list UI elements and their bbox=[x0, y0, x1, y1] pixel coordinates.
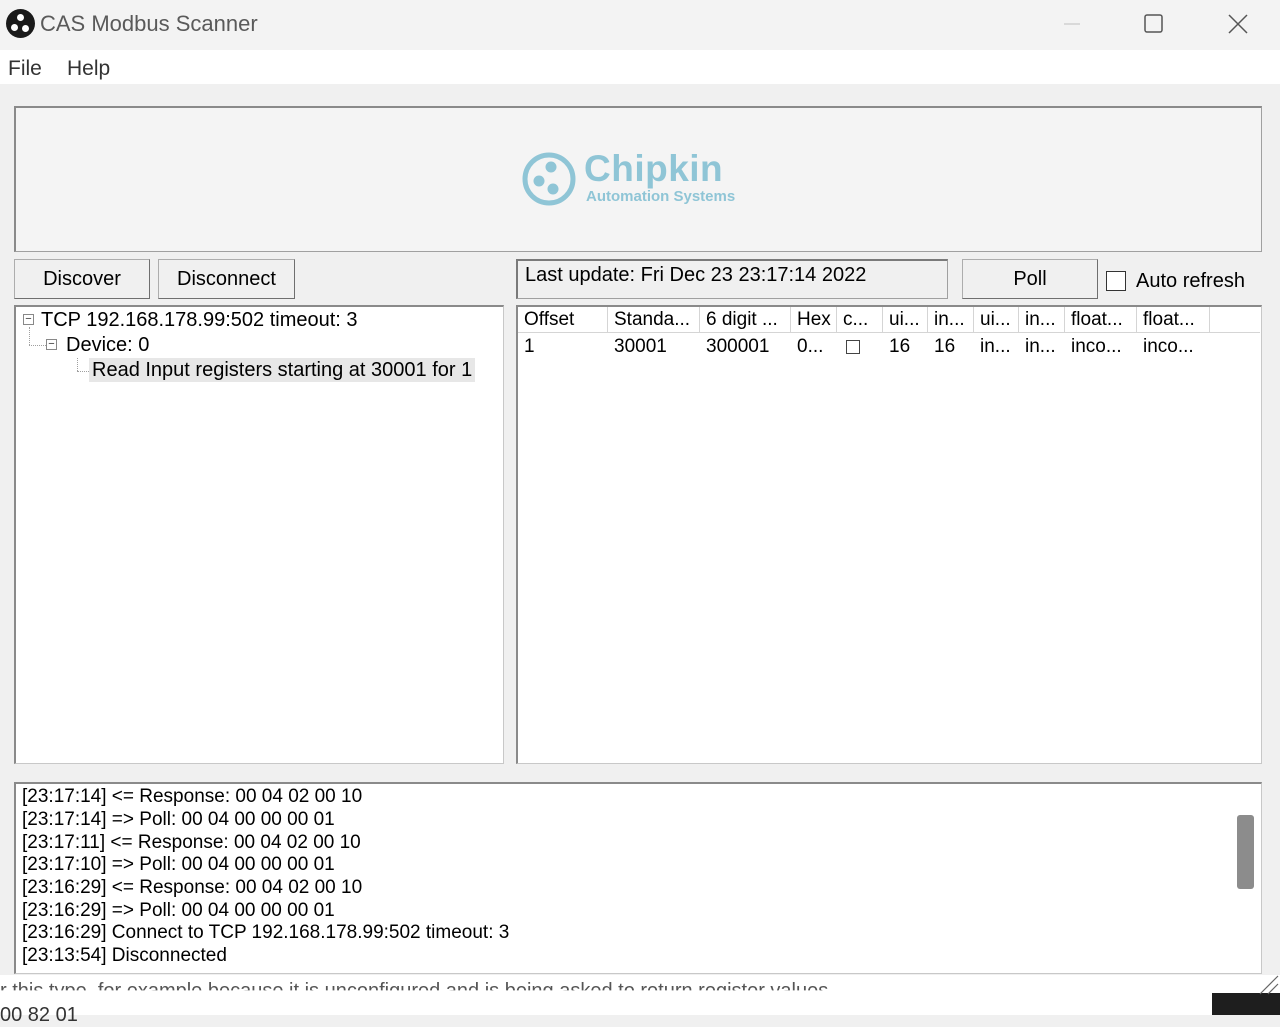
minimize-icon bbox=[1064, 23, 1080, 25]
discover-button[interactable]: Discover bbox=[14, 259, 150, 299]
auto-refresh-label: Auto refresh bbox=[1136, 269, 1245, 292]
log-line: [23:13:54] Disconnected bbox=[22, 945, 227, 966]
table-cell[interactable]: 16 bbox=[883, 336, 910, 358]
column-header-standard[interactable]: Standa... bbox=[608, 307, 700, 333]
tree-line bbox=[29, 327, 30, 345]
log-line: [23:17:14] <= Response: 00 04 02 00 10 bbox=[22, 786, 363, 807]
log-line: [23:17:14] => Poll: 00 04 00 00 00 01 bbox=[22, 809, 335, 830]
tree-line bbox=[77, 358, 78, 371]
column-header-uint32[interactable]: ui... bbox=[974, 307, 1019, 333]
resize-grip-icon[interactable] bbox=[1256, 972, 1280, 996]
log-line: [23:17:11] <= Response: 00 04 02 00 10 bbox=[22, 832, 361, 853]
background-dark-area bbox=[1212, 993, 1280, 1015]
log-line: [23:16:29] => Poll: 00 04 00 00 00 01 bbox=[22, 900, 335, 921]
log-line: [23:16:29] Connect to TCP 192.168.178.99… bbox=[22, 922, 510, 943]
column-header-offset[interactable]: Offset bbox=[518, 307, 608, 333]
table-cell[interactable]: in... bbox=[1019, 336, 1056, 358]
table-cell[interactable]: 1 bbox=[518, 336, 535, 358]
brand-name: Chipkin bbox=[584, 148, 724, 189]
close-button[interactable] bbox=[1198, 0, 1278, 48]
register-table[interactable] bbox=[516, 305, 1262, 764]
table-cell[interactable]: 0... bbox=[791, 336, 823, 358]
last-update-field: Last update: Fri Dec 23 23:17:14 2022 bbox=[516, 259, 948, 299]
menu-bar bbox=[0, 50, 1280, 84]
brand-tagline: Automation Systems bbox=[586, 188, 736, 205]
table-cell[interactable]: inco... bbox=[1065, 336, 1122, 358]
table-cell-checkbox[interactable] bbox=[846, 340, 860, 354]
log-line: [23:16:29] <= Response: 00 04 02 00 10 bbox=[22, 877, 363, 898]
column-header-float-swapped[interactable]: float... bbox=[1137, 307, 1210, 333]
collapse-icon[interactable]: − bbox=[46, 339, 57, 350]
table-cell[interactable]: 300001 bbox=[700, 336, 769, 358]
tree-node-device[interactable]: Device: 0 bbox=[66, 334, 149, 357]
close-icon bbox=[1228, 14, 1248, 34]
tree-node-request[interactable]: Read Input registers starting at 30001 f… bbox=[89, 358, 476, 382]
chipkin-logo-icon bbox=[522, 152, 576, 206]
column-header-int32[interactable]: in... bbox=[1019, 307, 1065, 333]
minimize-button[interactable] bbox=[1032, 0, 1112, 48]
auto-refresh-checkbox[interactable]: Auto refresh bbox=[1106, 268, 1245, 294]
table-cell[interactable]: 16 bbox=[928, 336, 955, 358]
column-header-hex[interactable]: Hex bbox=[791, 307, 837, 333]
poll-button[interactable]: Poll bbox=[962, 259, 1098, 299]
table-cell[interactable]: inco... bbox=[1137, 336, 1194, 358]
table-cell[interactable]: in... bbox=[974, 336, 1011, 358]
app-icon bbox=[6, 9, 35, 38]
tree-line bbox=[77, 371, 89, 372]
table-cell[interactable]: 30001 bbox=[608, 336, 667, 358]
window-title: CAS Modbus Scanner bbox=[40, 11, 258, 36]
tree-node-connection[interactable]: TCP 192.168.178.99:502 timeout: 3 bbox=[41, 309, 358, 332]
column-header-c[interactable]: c... bbox=[837, 307, 883, 333]
checkbox-box[interactable] bbox=[1106, 271, 1126, 291]
disconnect-button[interactable]: Disconnect bbox=[158, 259, 295, 299]
column-header-float[interactable]: float... bbox=[1065, 307, 1137, 333]
collapse-icon[interactable]: − bbox=[23, 314, 34, 325]
column-header-uint[interactable]: ui... bbox=[883, 307, 928, 333]
background-text: 00 82 01 bbox=[0, 1004, 78, 1026]
maximize-button[interactable] bbox=[1114, 0, 1194, 48]
log-scrollbar-thumb[interactable] bbox=[1237, 815, 1254, 889]
tree-line bbox=[29, 345, 46, 346]
log-line: [23:17:10] => Poll: 00 04 00 00 00 01 bbox=[22, 854, 335, 875]
column-header-int[interactable]: in... bbox=[928, 307, 974, 333]
maximize-icon bbox=[1144, 14, 1163, 33]
menu-help[interactable]: Help bbox=[67, 57, 110, 81]
column-header-6digit[interactable]: 6 digit ... bbox=[700, 307, 791, 333]
menu-file[interactable]: File bbox=[8, 57, 42, 81]
